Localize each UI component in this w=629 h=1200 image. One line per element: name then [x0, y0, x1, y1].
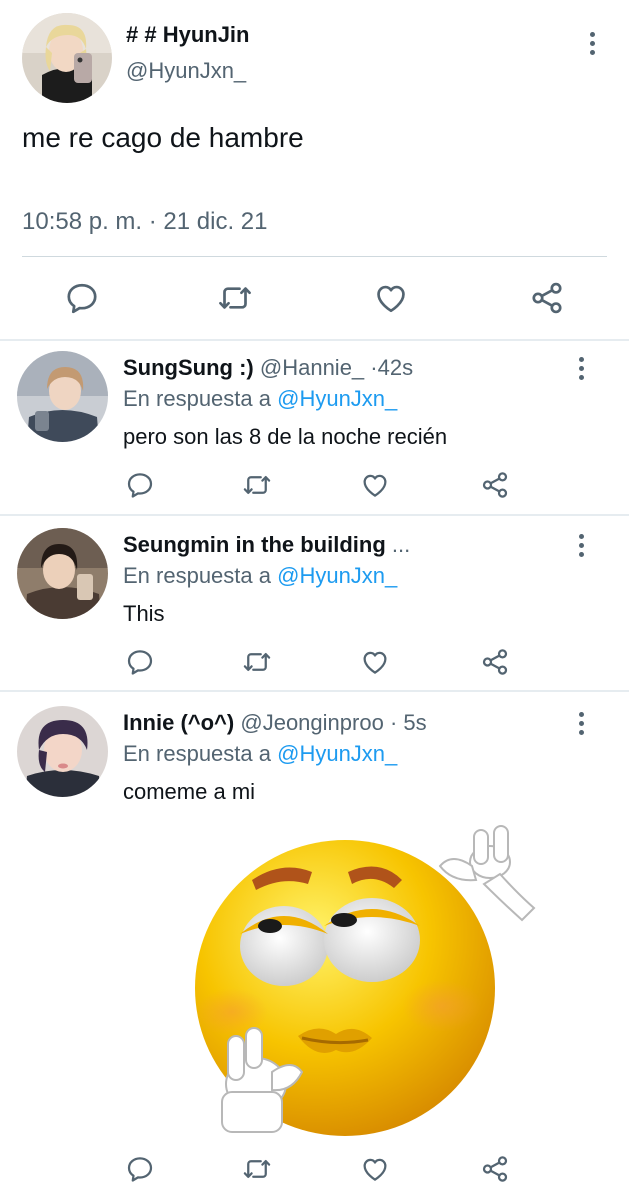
retweet-icon[interactable]	[242, 647, 272, 677]
like-icon[interactable]	[360, 470, 390, 500]
reply-header: Seungmin in the building ...	[123, 532, 410, 558]
tweet-age[interactable]: 42s	[378, 355, 413, 380]
in-reply-to: En respuesta a @HyunJxn_	[123, 741, 397, 767]
tweet-timestamp[interactable]: 10:58 p. m. · 21 dic. 21	[22, 208, 267, 236]
reply-header: SungSung :) @Hannie_ ·42s	[123, 355, 413, 381]
more-options-icon[interactable]	[569, 353, 593, 383]
reply-icon[interactable]	[125, 470, 155, 500]
share-icon[interactable]	[480, 470, 510, 500]
separator-dot: ·	[370, 355, 378, 380]
retweet-icon[interactable]	[217, 280, 253, 316]
more-options-icon[interactable]	[569, 708, 593, 738]
user-handle[interactable]: @Jeonginproo	[240, 710, 383, 735]
display-name[interactable]: # # HyunJin	[126, 22, 249, 48]
avatar-main[interactable]	[22, 13, 112, 103]
reply-tweet[interactable]: Seungmin in the building ... En respuest…	[0, 516, 629, 690]
share-icon[interactable]	[480, 647, 510, 677]
in-reply-prefix: En respuesta a	[123, 563, 271, 588]
retweet-icon[interactable]	[242, 1154, 272, 1184]
truncation-ellipsis: ...	[391, 532, 411, 557]
main-tweet: # # HyunJin @HyunJxn_ me re cago de hamb…	[0, 0, 629, 340]
reply-tweet[interactable]: SungSung :) @Hannie_ ·42s En respuesta a…	[0, 341, 629, 514]
reply-header: Innie (^o^) @Jeonginproo · 5s	[123, 710, 427, 736]
avatar-reply[interactable]	[17, 706, 108, 797]
reply-icon[interactable]	[64, 280, 100, 316]
reply-text: pero son las 8 de la noche recién	[123, 424, 448, 449]
display-name[interactable]: SungSung :)	[123, 355, 254, 380]
like-icon[interactable]	[360, 1154, 390, 1184]
separator-dot: ·	[389, 710, 398, 735]
mention-link[interactable]: @HyunJxn_	[277, 386, 397, 411]
divider	[22, 256, 607, 257]
tweet-text: me re cago de hambre	[22, 122, 304, 153]
reply-text: This	[123, 601, 165, 626]
in-reply-to: En respuesta a @HyunJxn_	[123, 563, 397, 589]
reply-icon[interactable]	[125, 1154, 155, 1184]
display-name[interactable]: Seungmin in the building	[123, 532, 386, 557]
retweet-icon[interactable]	[242, 470, 272, 500]
more-options-icon[interactable]	[569, 530, 593, 560]
like-icon[interactable]	[360, 647, 390, 677]
avatar-reply[interactable]	[17, 351, 108, 442]
share-icon[interactable]	[480, 1154, 510, 1184]
avatar-reply[interactable]	[17, 528, 108, 619]
thinking-emoji-image[interactable]	[122, 822, 592, 1140]
in-reply-prefix: En respuesta a	[123, 741, 271, 766]
mention-link[interactable]: @HyunJxn_	[277, 563, 397, 588]
tweet-age[interactable]: 5s	[403, 710, 426, 735]
more-options-icon[interactable]	[580, 28, 604, 58]
in-reply-prefix: En respuesta a	[123, 386, 271, 411]
share-icon[interactable]	[529, 280, 565, 316]
reply-text: comeme a mi	[123, 779, 256, 804]
user-handle[interactable]: @HyunJxn_	[126, 58, 246, 84]
reply-icon[interactable]	[125, 647, 155, 677]
like-icon[interactable]	[373, 280, 409, 316]
display-name[interactable]: Innie (^o^)	[123, 710, 234, 735]
mention-link[interactable]: @HyunJxn_	[277, 741, 397, 766]
in-reply-to: En respuesta a @HyunJxn_	[123, 386, 397, 412]
user-handle[interactable]: @Hannie_	[260, 355, 364, 380]
